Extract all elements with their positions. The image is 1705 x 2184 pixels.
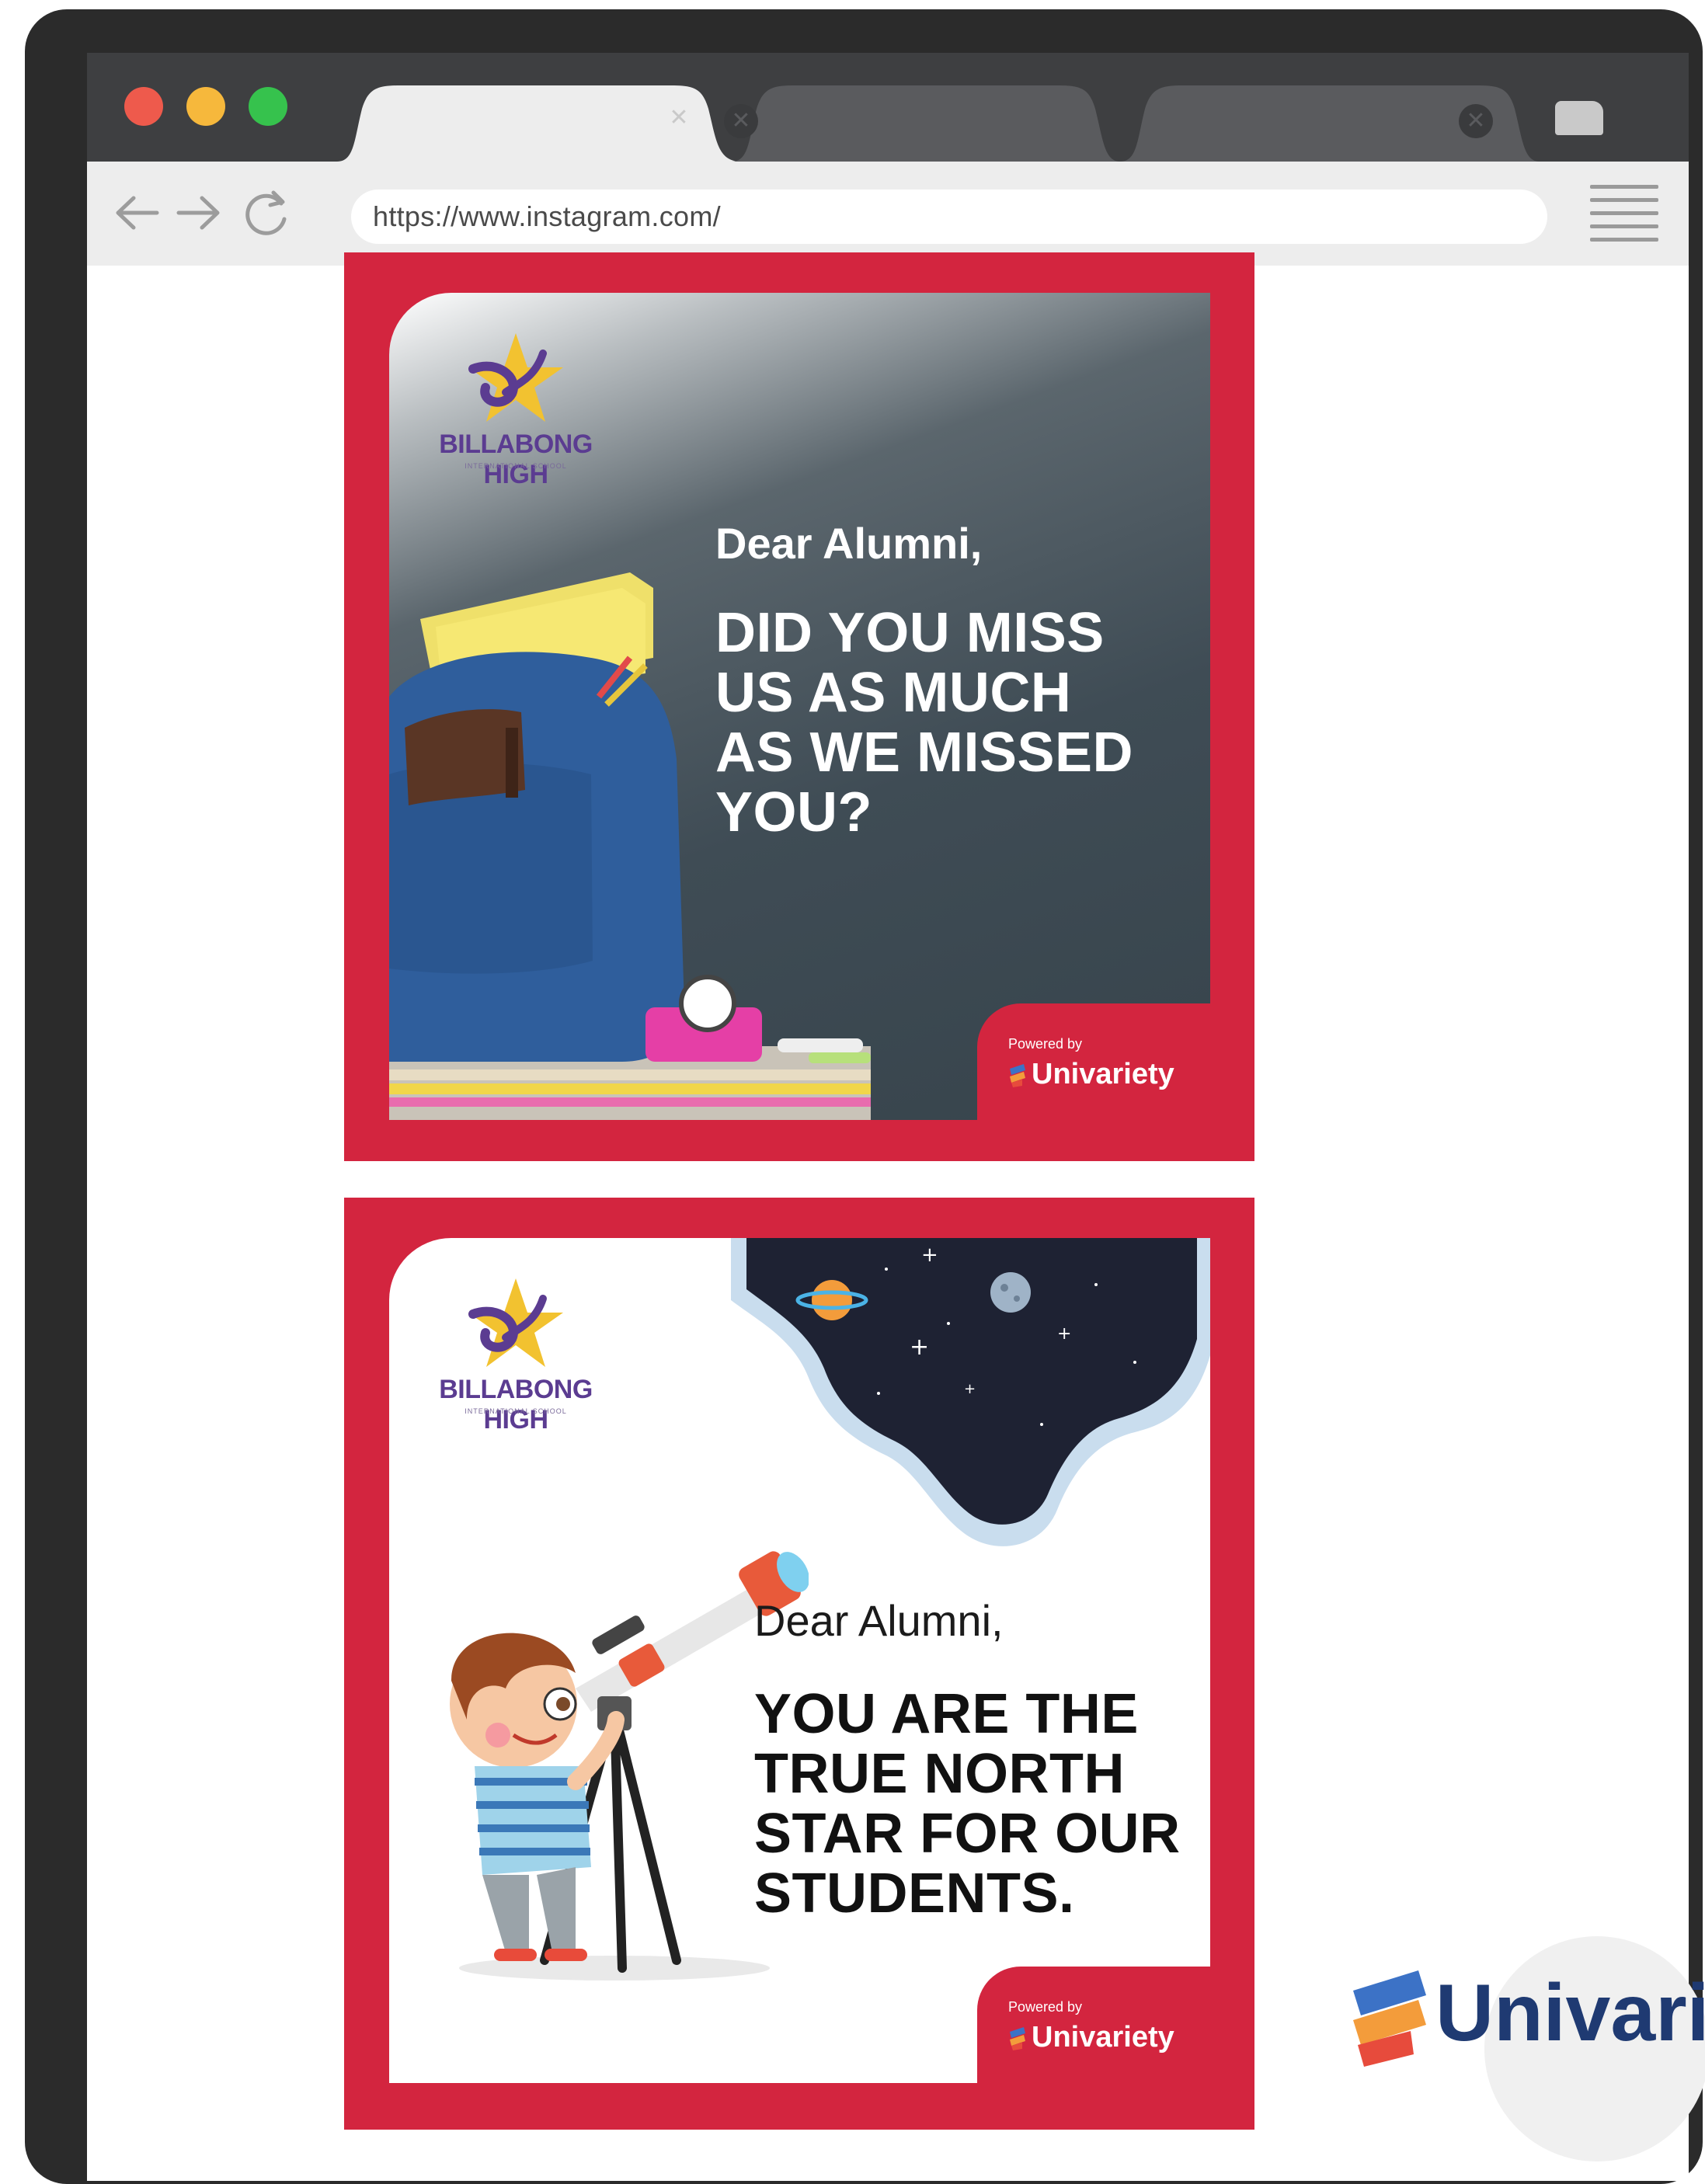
school-logo: BILLABONG HIGH INTERNATIONAL SCHOOL (419, 1268, 613, 1435)
svg-text:+: + (921, 1243, 938, 1267)
new-tab-button[interactable] (1555, 101, 1603, 135)
univariety-watermark: Univarie (1327, 1936, 1705, 2161)
headline: DID YOU MISS US AS MUCH AS WE MISSED YOU… (715, 603, 1197, 843)
greeting-text: Dear Alumni, (715, 519, 983, 568)
logo-subtext: INTERNATIONAL SCHOOL (465, 1407, 567, 1415)
headline-line: TRUE NORTH (754, 1743, 1125, 1805)
menu-line (1590, 211, 1658, 215)
tab-bar: ✕ ✕ ✕ (87, 53, 1689, 162)
menu-line (1590, 185, 1658, 189)
tab-inactive[interactable]: ✕ (1120, 85, 1540, 162)
close-window-button[interactable] (124, 87, 163, 126)
univariety-logo-icon (1353, 1970, 1426, 2067)
menu-line (1590, 238, 1658, 242)
url-text: https://www.instagram.com/ (373, 200, 721, 232)
svg-text:+: + (1057, 1324, 1071, 1344)
menu-line (1590, 198, 1658, 202)
badge-brand: Univariety (1008, 1058, 1174, 1091)
instagram-post[interactable]: BILLABONG HIGH INTERNATIONAL SCHOOL Dear… (344, 252, 1254, 1161)
headline-line: US AS MUCH (715, 662, 1072, 724)
back-button[interactable] (109, 183, 165, 242)
menu-line (1590, 224, 1658, 228)
reload-button[interactable] (239, 183, 295, 242)
badge-brand-text: Univariety (1032, 1058, 1174, 1090)
headline-line: YOU ARE THE (754, 1683, 1139, 1745)
univariety-logo-icon (1010, 1063, 1025, 1087)
tab-active[interactable]: ✕ (337, 85, 741, 162)
close-icon[interactable]: ✕ (1459, 104, 1493, 138)
svg-text:+: + (910, 1334, 929, 1361)
headline: YOU ARE THE TRUE NORTH STAR FOR OUR STUD… (754, 1685, 1210, 1924)
post-image: BILLABONG HIGH INTERNATIONAL SCHOOL Dear… (389, 293, 1210, 1120)
headline-line: YOU? (715, 781, 873, 843)
address-toolbar: https://www.instagram.com/ (87, 162, 1689, 266)
arrow-right-icon (176, 196, 220, 230)
menu-button[interactable] (1590, 185, 1658, 244)
badge-powered-text: Powered by (1008, 1036, 1083, 1052)
headline-line: STAR FOR OUR (754, 1803, 1181, 1865)
svg-text:+: + (964, 1381, 976, 1397)
close-icon[interactable]: ✕ (724, 104, 758, 138)
badge-brand: Univariety (1008, 2021, 1174, 2054)
logo-name: BILLABONG HIGH (439, 1375, 593, 1435)
headline-line: AS WE MISSED (715, 722, 1134, 784)
instagram-post[interactable]: BILLABONG HIGH INTERNATIONAL SCHOOL + + … (344, 1198, 1254, 2130)
tab-inactive[interactable]: ✕ (724, 85, 1120, 162)
maximize-window-button[interactable] (249, 87, 287, 126)
boy-telescope-image (450, 1551, 809, 1981)
univariety-logo-icon (1010, 2026, 1025, 2050)
badge-brand-text: Univariety (1032, 2021, 1174, 2054)
minimize-window-button[interactable] (186, 87, 225, 126)
watermark-text: Univarie (1435, 1968, 1705, 2058)
badge-powered-text: Powered by (1008, 1999, 1083, 2015)
close-icon[interactable]: ✕ (662, 101, 696, 135)
tab-shape (732, 85, 1120, 162)
post-image: BILLABONG HIGH INTERNATIONAL SCHOOL + + … (389, 1238, 1210, 2083)
greeting-text: Dear Alumni, (754, 1596, 1004, 1645)
powered-by-badge: Powered by Univariety (977, 1967, 1210, 2083)
reload-icon (245, 190, 287, 235)
headline-line: DID YOU MISS (715, 602, 1105, 664)
powered-by-badge: Powered by Univariety (977, 1003, 1210, 1120)
forward-button[interactable] (171, 183, 227, 242)
url-bar[interactable]: https://www.instagram.com/ (351, 190, 1547, 244)
headline-line: STUDENTS. (754, 1862, 1075, 1925)
arrow-left-icon (116, 196, 159, 230)
star-logo-icon (468, 1278, 563, 1367)
